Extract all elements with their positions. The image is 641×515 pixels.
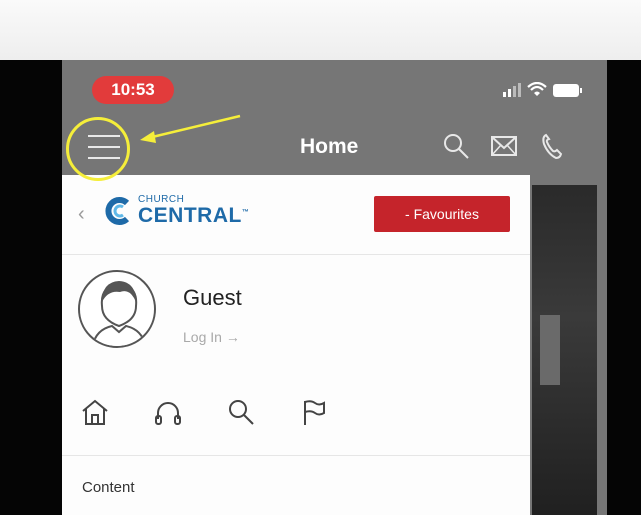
divider: [62, 455, 530, 456]
status-icons: [503, 80, 582, 100]
nav-actions: [442, 132, 566, 160]
wifi-icon: [527, 82, 547, 96]
logo-mark-icon: [105, 196, 130, 225]
section-label-content: Content: [82, 479, 135, 496]
quick-actions: [80, 397, 329, 427]
flag-icon[interactable]: [299, 397, 329, 427]
mail-icon[interactable]: [490, 132, 518, 160]
church-central-logo: CHURCH CENTRAL™: [104, 195, 249, 226]
battery-icon: [553, 83, 582, 97]
signal-icon: [503, 83, 521, 97]
search-icon[interactable]: [226, 397, 256, 427]
top-band: [0, 0, 641, 60]
background-content-detail: [540, 315, 560, 385]
login-link[interactable]: Log In →: [183, 329, 240, 345]
side-drawer: ‹ CHURCH CENTRAL™ - Favourites Guest Log…: [62, 175, 530, 515]
search-icon[interactable]: [442, 132, 470, 160]
back-chevron-icon[interactable]: ‹: [78, 203, 85, 226]
divider: [62, 254, 530, 255]
annotation-highlight-circle: [66, 117, 130, 181]
profile-name: Guest: [183, 285, 242, 310]
headphones-icon[interactable]: [153, 397, 183, 427]
status-time: 10:53: [92, 76, 174, 104]
home-icon[interactable]: [80, 397, 110, 427]
favourites-button[interactable]: - Favourites: [374, 196, 510, 232]
page-title: Home: [300, 135, 359, 158]
phone-icon[interactable]: [538, 132, 566, 160]
annotation-arrow-icon: [140, 114, 241, 143]
user-silhouette-icon: [91, 281, 147, 346]
avatar[interactable]: [78, 270, 156, 348]
logo-central-text: CENTRAL™: [138, 204, 250, 227]
